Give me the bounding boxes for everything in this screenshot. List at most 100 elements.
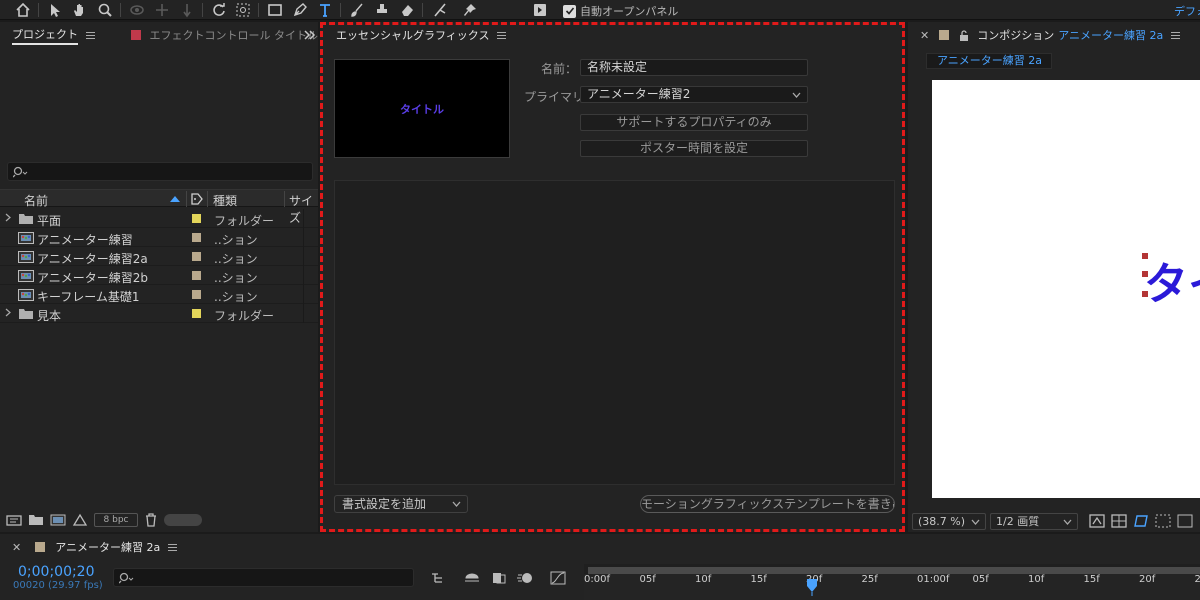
comp-flowchart-icon[interactable] [430, 571, 448, 585]
tab-composition[interactable]: コンポジション [977, 27, 1054, 43]
column-type[interactable]: 種類 [213, 192, 237, 209]
composition-name[interactable]: アニメーター練習 2a [1058, 27, 1163, 43]
shy-layers-icon[interactable] [463, 571, 481, 585]
effect-label-swatch [130, 30, 141, 40]
fast-preview-icon[interactable] [1088, 513, 1106, 529]
workspace-default[interactable]: デフォルト [1174, 3, 1200, 19]
panel-menu-icon[interactable] [1171, 31, 1181, 39]
auto-open-panel[interactable]: 自動オープンパネル [563, 3, 678, 19]
bit-depth-button[interactable]: 8 bpc [94, 513, 138, 527]
guides-icon[interactable] [1176, 513, 1194, 529]
poster-title-text: タイトル [400, 103, 444, 116]
pan-camera-icon[interactable] [153, 1, 171, 19]
transparency-grid-icon[interactable] [1110, 513, 1128, 529]
item-name: アニメーター練習2a [37, 252, 148, 266]
type-tool-icon[interactable] [316, 1, 334, 19]
list-item[interactable]: 見本 フォルダー [0, 304, 318, 323]
adjust-project-icon[interactable] [72, 513, 88, 527]
hand-tool-icon[interactable] [70, 1, 88, 19]
thumbnail-slider[interactable] [164, 514, 202, 526]
puppet-pin-icon[interactable] [461, 1, 479, 19]
label-swatch[interactable] [192, 233, 201, 242]
support-properties-button[interactable]: サポートするプロパティのみ [580, 114, 808, 131]
panel-menu-icon[interactable] [86, 31, 95, 39]
panel-overflow-icon[interactable] [304, 30, 318, 40]
work-area-bar[interactable] [588, 567, 1200, 574]
eraser-tool-icon[interactable] [398, 1, 416, 19]
composition-panel: ✕ コンポジション アニメーター練習 2a アニメーター練習 2a タイ (38… [908, 22, 1200, 532]
bounding-box-handle[interactable] [1142, 271, 1148, 277]
bounding-box-handle[interactable] [1142, 253, 1148, 259]
label-swatch[interactable] [192, 214, 201, 223]
close-icon[interactable]: ✕ [12, 541, 21, 554]
dolly-camera-icon[interactable] [178, 1, 196, 19]
project-search-input[interactable] [7, 162, 313, 181]
frame-blending-icon[interactable] [490, 571, 508, 585]
panel-toggle-icon[interactable] [531, 1, 549, 19]
home-icon[interactable] [14, 1, 32, 19]
disclosure-triangle-icon [5, 308, 11, 317]
sort-ascending-icon[interactable] [170, 196, 180, 202]
panel-menu-icon[interactable] [168, 543, 178, 551]
list-item[interactable]: アニメーター練習2b ..ション [0, 266, 318, 285]
tab-timeline-composition[interactable]: アニメーター練習 2a [55, 539, 160, 555]
orbit-camera-icon[interactable] [128, 1, 146, 19]
motion-blur-icon[interactable] [516, 571, 534, 585]
chevron-down-icon [452, 501, 461, 507]
tab-effect-controls[interactable]: エフェクトコントロール タイトル [150, 27, 319, 43]
new-composition-icon[interactable] [50, 513, 66, 527]
item-name: アニメーター練習2b [37, 271, 149, 285]
magnification-select[interactable]: (38.7 %) [912, 512, 986, 530]
clone-stamp-icon[interactable] [373, 1, 391, 19]
label-swatch[interactable] [192, 252, 201, 261]
essential-graphics-properties-area[interactable] [334, 180, 895, 485]
panel-menu-icon[interactable] [497, 31, 507, 39]
label-swatch[interactable] [192, 271, 201, 280]
column-name[interactable]: 名前 [24, 192, 48, 209]
graph-editor-icon[interactable] [549, 571, 567, 585]
label-column-icon[interactable] [191, 193, 203, 205]
template-name-field[interactable]: 名称未設定 [580, 59, 808, 76]
tab-project[interactable]: プロジェクト [12, 26, 78, 45]
poster-frame-preview: タイトル [334, 59, 510, 158]
time-ruler[interactable]: 0:00f05f10f15f20f25f01:00f05f10f15f20f25… [584, 564, 1200, 600]
set-poster-time-button[interactable]: ポスター時間を設定 [580, 140, 808, 157]
playhead-icon[interactable] [806, 578, 818, 596]
resolution-select[interactable]: 1/2 画質 [990, 512, 1078, 530]
mask-visibility-icon[interactable] [1132, 513, 1150, 529]
bounding-box-handle[interactable] [1142, 291, 1148, 297]
list-item[interactable]: アニメーター練習 ..ション [0, 228, 318, 247]
anchor-point-icon[interactable] [234, 1, 252, 19]
label-swatch[interactable] [192, 309, 201, 318]
timeline-search-input[interactable] [113, 568, 414, 587]
lock-icon[interactable] [959, 29, 969, 41]
preview-title-text[interactable]: タイ [1144, 248, 1200, 312]
label-swatch[interactable] [192, 290, 201, 299]
project-item-list: 平面 フォルダー アニメーター練習 ..ション アニメーター練習2a ..ション [0, 209, 318, 323]
rectangle-tool-icon[interactable] [266, 1, 284, 19]
roto-brush-icon[interactable] [431, 1, 449, 19]
brush-tool-icon[interactable] [348, 1, 366, 19]
list-item[interactable]: アニメーター練習2a ..ション [0, 247, 318, 266]
selection-tool-icon[interactable] [46, 1, 64, 19]
item-type: フォルダー [214, 309, 275, 323]
list-item[interactable]: 平面 フォルダー [0, 209, 318, 228]
frame-rate-info: 00020 (29.97 fps) [13, 580, 103, 591]
new-folder-icon[interactable] [28, 513, 44, 527]
add-formatting-dropdown[interactable]: 書式設定を追加 [334, 495, 468, 513]
auto-open-panel-checkbox[interactable] [563, 4, 576, 18]
current-time-display[interactable]: 0;00;00;20 [18, 564, 95, 580]
close-icon[interactable]: ✕ [920, 29, 929, 42]
pen-tool-icon[interactable] [291, 1, 309, 19]
export-motion-graphics-template-button[interactable]: モーショングラフィックステンプレートを書き出し... [640, 495, 895, 513]
list-item[interactable]: キーフレーム基礎1 ..ション [0, 285, 318, 304]
rotate-tool-icon[interactable] [210, 1, 228, 19]
composition-subtab[interactable]: アニメーター練習 2a [926, 53, 1052, 69]
interpret-footage-icon[interactable] [6, 513, 22, 527]
primary-composition-select[interactable]: アニメーター練習2 [580, 86, 808, 103]
composition-viewer[interactable]: タイ [932, 80, 1200, 498]
tab-essential-graphics[interactable]: エッセンシャルグラフィックス [336, 27, 489, 43]
zoom-tool-icon[interactable] [96, 1, 114, 19]
trash-icon[interactable] [144, 513, 158, 527]
region-of-interest-icon[interactable] [1154, 513, 1172, 529]
